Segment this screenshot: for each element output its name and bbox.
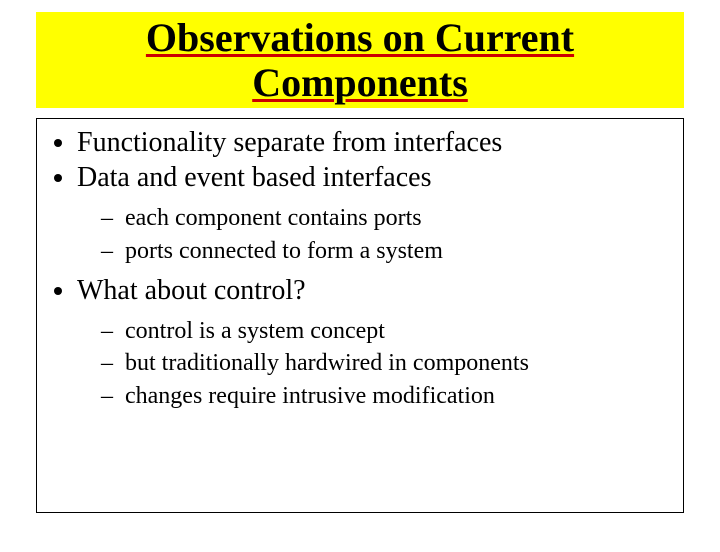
bullet-item: Data and event based interfaces each com…	[77, 160, 673, 267]
bullet-text: What about control?	[77, 275, 306, 306]
sub-bullet-item: each component contains ports	[101, 202, 673, 234]
bullet-list: Functionality separate from interfaces D…	[47, 125, 673, 412]
sub-bullet-item: control is a system concept	[101, 315, 673, 347]
sub-bullet-item: but traditionally hardwired in component…	[101, 347, 673, 379]
sub-bullet-text: but traditionally hardwired in component…	[125, 350, 529, 376]
sub-bullet-text: ports connected to form a system	[125, 238, 443, 264]
sub-bullet-text: control is a system concept	[125, 318, 385, 344]
bullet-item: Functionality separate from interfaces	[77, 125, 673, 161]
bullet-item: What about control? control is a system …	[77, 273, 673, 412]
sub-bullet-item: ports connected to form a system	[101, 235, 673, 267]
sub-bullet-text: changes require intrusive modification	[125, 383, 495, 409]
bullet-text: Data and event based interfaces	[77, 162, 431, 193]
sub-bullet-item: changes require intrusive modification	[101, 380, 673, 412]
slide: Observations on Current Components Funct…	[0, 12, 720, 552]
sub-bullet-text: each component contains ports	[125, 205, 422, 231]
content-box: Functionality separate from interfaces D…	[36, 118, 684, 513]
sub-bullet-list: each component contains ports ports conn…	[77, 202, 673, 267]
sub-bullet-list: control is a system concept but traditio…	[77, 315, 673, 412]
bullet-text: Functionality separate from interfaces	[77, 127, 502, 158]
title-bar: Observations on Current Components	[36, 12, 684, 108]
slide-title: Observations on Current Components	[146, 15, 574, 105]
